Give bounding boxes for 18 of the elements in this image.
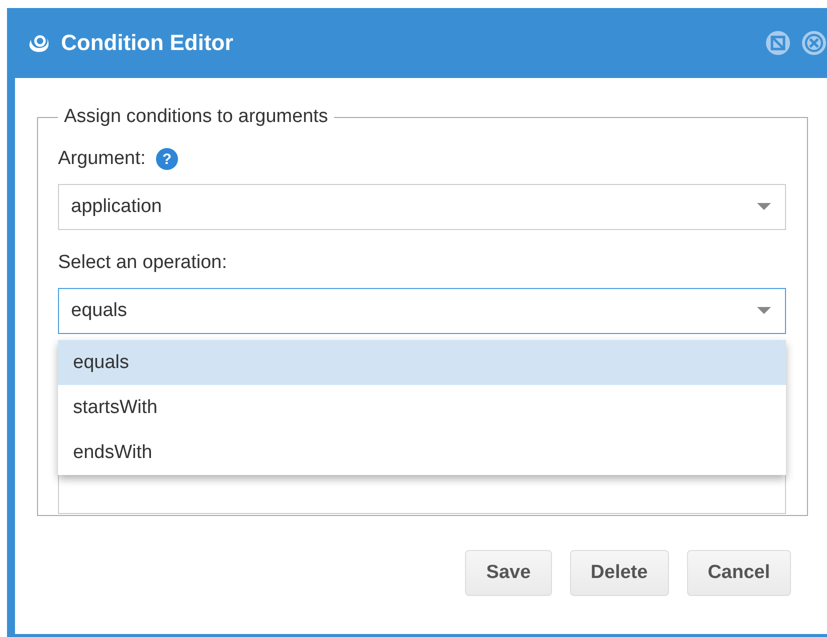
dialog-button[interactable]: Delete xyxy=(570,550,669,596)
window-title: Condition Editor xyxy=(61,30,234,56)
argument-label: Argument: xyxy=(58,148,146,170)
close-icon[interactable] xyxy=(801,30,827,56)
collapse-icon[interactable] xyxy=(765,30,791,56)
caret-icon xyxy=(757,307,771,315)
group-legend: Assign conditions to arguments xyxy=(58,106,334,128)
dropdown-option[interactable]: equals xyxy=(58,340,786,385)
operation-label: Select an operation: xyxy=(58,251,228,275)
dropdown-option[interactable]: startsWith xyxy=(58,385,786,430)
help-icon[interactable]: ? xyxy=(156,148,178,170)
dialog-button[interactable]: Cancel xyxy=(686,550,791,596)
argument-dropdown[interactable]: application xyxy=(58,184,786,230)
dropdown-option[interactable]: endsWith xyxy=(58,430,786,475)
caret-icon xyxy=(757,203,771,211)
dialog-button[interactable]: Save xyxy=(465,550,552,596)
input-field[interactable] xyxy=(58,472,786,514)
operation-dropdown[interactable]: equals xyxy=(58,288,786,334)
